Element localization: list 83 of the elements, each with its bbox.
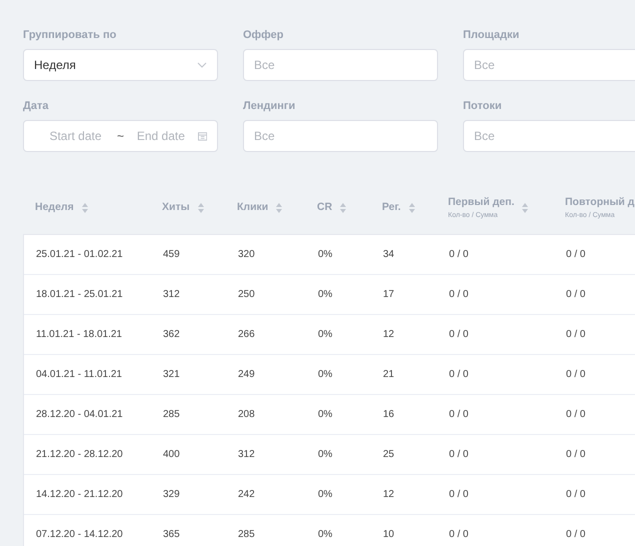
sort-icon[interactable] <box>276 203 282 213</box>
sort-icon[interactable] <box>408 203 415 213</box>
table-cell-text: 0 / 0 <box>449 248 470 262</box>
table-cell-text: 0 / 0 <box>566 248 586 262</box>
filter-label: Дата <box>23 99 50 114</box>
table-cell-text: 25.01.21 - 01.02.21 <box>35 248 124 262</box>
table-cell-text: 242 <box>238 488 256 502</box>
table-cell-text: 0 / 0 <box>449 448 470 462</box>
table-cell-text: 0% <box>318 408 334 422</box>
table-cell-text: 285 <box>163 408 181 422</box>
table-cell-text: 0% <box>318 528 334 542</box>
table-cell-text: 266 <box>238 328 256 342</box>
column-header: CR <box>317 200 332 216</box>
filter-label: Группировать по <box>23 28 118 43</box>
table-cell-text: 0 / 0 <box>566 328 586 342</box>
table-cell-text: 400 <box>163 448 181 462</box>
column-header: Повторный д <box>565 194 634 210</box>
select-field[interactable]: Неделя <box>23 49 218 81</box>
table-cell-text: 0 / 0 <box>449 328 470 342</box>
calendar-icon <box>198 131 207 141</box>
table-cell-text: 34 <box>383 248 396 262</box>
sort-icon[interactable] <box>340 203 346 213</box>
input-field[interactable]: Все <box>243 49 438 81</box>
table-cell-text: 0 / 0 <box>566 408 586 422</box>
table-cell-text: 459 <box>163 248 181 262</box>
table-cell-text: 329 <box>163 488 181 502</box>
table-cell-text: 249 <box>238 368 256 382</box>
table-cell-text: 28.12.20 - 04.01.21 <box>35 408 124 422</box>
table-cell-text: 0% <box>318 328 334 342</box>
table-cell-text: 285 <box>238 528 256 542</box>
table-cell-text: 0 / 0 <box>449 488 470 502</box>
table-cell-text: 0 / 0 <box>566 528 586 542</box>
table-cell-text: 04.01.21 - 11.01.21 <box>35 368 123 382</box>
table-cell-text: 312 <box>163 288 181 302</box>
table-cell-text: 21.12.20 - 28.12.20 <box>35 448 124 462</box>
table-cell-text: 0 / 0 <box>566 288 586 302</box>
table-cell-text: 0 / 0 <box>449 288 470 302</box>
table-cell-text: 0 / 0 <box>449 408 470 422</box>
chevron-down-icon <box>197 62 207 68</box>
filter-label: Площадки <box>463 28 520 43</box>
table-cell-text: 07.12.20 - 14.12.20 <box>35 528 124 542</box>
table-cell-text: 0% <box>318 448 334 462</box>
table-cell-text: 0% <box>318 248 334 262</box>
table-cell-text: 12 <box>383 328 396 342</box>
table-cell-text: 0% <box>318 368 334 382</box>
table-cell-text: 21 <box>383 368 396 382</box>
input-field[interactable]: Все <box>463 49 635 81</box>
table-cell-text: 0% <box>318 488 334 502</box>
filter-label: Оффер <box>243 28 284 43</box>
input-field[interactable]: Все <box>243 120 438 152</box>
table-cell-text: 0 / 0 <box>566 368 586 382</box>
table-cell-text: 16 <box>383 408 396 422</box>
table-cell-text: 365 <box>163 528 181 542</box>
table-cell-text: 321 <box>163 368 181 382</box>
table-cell-text: 18.01.21 - 25.01.21 <box>35 288 124 302</box>
table-cell-text: 0 / 0 <box>566 448 586 462</box>
table-cell-text: 250 <box>238 288 256 302</box>
table-cell-text: 208 <box>238 408 256 422</box>
table-cell-text: 0 / 0 <box>449 368 470 382</box>
filter-label: Потоки <box>463 99 503 114</box>
table-cell-text: 0 / 0 <box>566 488 586 502</box>
table-cell-text: 0 / 0 <box>449 528 470 542</box>
sort-icon[interactable] <box>82 203 88 213</box>
table-cell-text: 0% <box>318 288 334 302</box>
table-cell-text: 312 <box>238 448 256 462</box>
column-header: Первый деп. <box>448 194 514 210</box>
table-cell-text: 12 <box>383 488 396 502</box>
column-header: Хиты <box>162 200 190 216</box>
sort-icon[interactable] <box>522 203 528 213</box>
table-cell-text: 25 <box>383 448 396 462</box>
table-cell-text: 320 <box>238 248 256 262</box>
column-header: Рег. <box>382 200 401 216</box>
column-header: Неделя <box>35 200 74 216</box>
column-header: Клики <box>237 200 268 216</box>
date-range-field[interactable]: Start date ~ End date <box>23 120 218 152</box>
table-cell-text: 11.01.21 - 18.01.21 <box>35 328 123 342</box>
filter-label: Лендинги <box>243 99 296 114</box>
table-cell-text: 10 <box>383 528 396 542</box>
sort-icon[interactable] <box>198 203 204 213</box>
table-cell-text: 17 <box>383 288 396 302</box>
table-cell-text: 362 <box>163 328 181 342</box>
input-field[interactable]: Все <box>463 120 635 152</box>
table-cell-text: 14.12.20 - 21.12.20 <box>35 488 124 502</box>
